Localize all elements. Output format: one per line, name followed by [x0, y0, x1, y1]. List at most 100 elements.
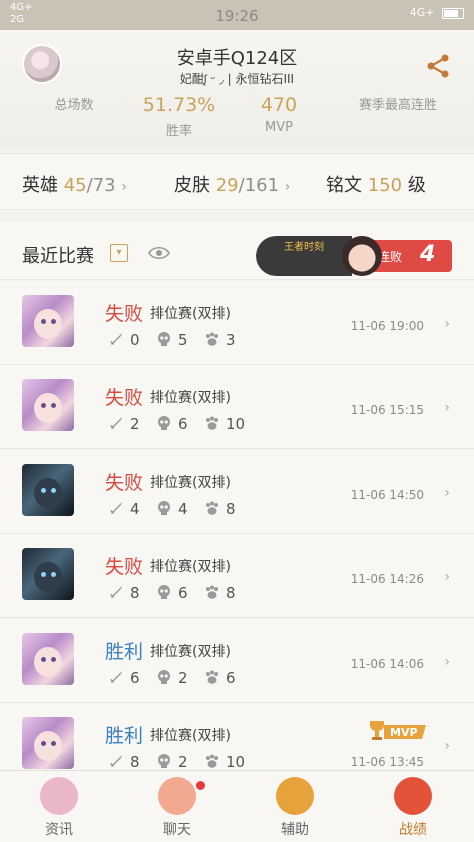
deaths-value: 2 — [178, 753, 188, 771]
skins-label: 皮肤 — [174, 175, 210, 196]
match-row[interactable]: 质量局 胜利排位赛(双排) 6 2 6 11-06 14:06 › — [0, 619, 474, 703]
hero-avatar — [22, 379, 74, 431]
match-mode: 排位赛(双排) — [150, 559, 231, 575]
hero-avatar: 质量局 — [22, 633, 74, 685]
heroes-count[interactable]: 英雄 45/73 › — [22, 171, 127, 197]
stat-streak-label: 赛季最高连胜 — [358, 98, 437, 113]
deaths-stat: 6 — [156, 584, 188, 602]
sword-icon — [110, 502, 122, 514]
runes-unit: 级 — [407, 175, 426, 196]
assists-value: 10 — [226, 415, 246, 433]
hero-eye — [41, 741, 46, 746]
hero-avatar: 质量局 — [22, 717, 74, 769]
record-icon — [394, 777, 432, 815]
tab-label: 战绩 — [399, 822, 427, 838]
assists-value: 6 — [226, 669, 236, 687]
battery-icon — [442, 7, 464, 19]
match-row[interactable]: 失败 排位赛(双排) 2 6 10 11-06 15:15 › — [0, 365, 474, 449]
hero-eye — [51, 741, 56, 746]
paw-icon — [206, 754, 218, 768]
kills-value: 6 — [130, 669, 140, 687]
chevron-right-icon: › — [284, 179, 291, 195]
hero-eye — [51, 403, 56, 408]
skull-icon — [158, 670, 170, 684]
chevron-right-icon: › — [444, 738, 450, 754]
sword-icon — [110, 671, 122, 683]
news-icon — [40, 777, 78, 815]
match-mode: 排位赛(双排) — [150, 306, 231, 322]
tab-label: 资讯 — [45, 822, 73, 838]
hero-eye — [41, 488, 46, 493]
hero-eye — [51, 657, 56, 662]
skull-icon — [158, 585, 170, 599]
hero-face — [34, 309, 62, 339]
assists-stat: 10 — [204, 415, 245, 433]
stat-winrate-label: 胜率 — [165, 124, 192, 139]
chevron-right-icon: › — [444, 400, 450, 416]
match-time: 11-06 13:45 — [350, 755, 424, 769]
deaths-value: 4 — [178, 500, 188, 518]
match-time: 11-06 14:50 — [350, 488, 424, 502]
kills-stat: 4 — [108, 500, 140, 518]
chevron-down-icon[interactable]: ▾ — [110, 244, 128, 262]
stat-mvp-value: 470 — [260, 94, 298, 116]
tab-assist[interactable]: 辅助 — [236, 771, 354, 842]
hero-face — [34, 393, 62, 423]
runes-count[interactable]: 铭文 150 级 — [326, 171, 426, 197]
stat-total-label: 总场数 — [54, 98, 94, 113]
heroes-num: 45 — [63, 175, 87, 196]
kills-value: 4 — [130, 500, 140, 518]
hero-avatar — [22, 464, 74, 516]
kills-stat: 6 — [108, 669, 140, 687]
tab-chat[interactable]: 聊天 — [118, 771, 236, 842]
player-subtitle: 妃酣ᶘ ᵕ ◞ | 永恒钻石III — [179, 72, 295, 86]
assists-stat: 3 — [204, 331, 236, 349]
status-bar: 4G+ 2G 19:26 4G+ — [0, 0, 474, 30]
deaths-stat: 4 — [156, 500, 188, 518]
deaths-value: 2 — [178, 669, 188, 687]
assists-stat: 8 — [204, 584, 236, 602]
tab-record[interactable]: 战绩 — [354, 771, 472, 842]
skins-count[interactable]: 皮肤 29/161 › — [174, 171, 290, 197]
banner-brand: 王者时刻 — [284, 242, 324, 253]
assists-value: 8 — [226, 584, 236, 602]
skull-icon — [158, 416, 170, 430]
match-result: 胜利 — [105, 641, 144, 663]
skull-icon — [158, 754, 170, 768]
assists-value: 10 — [226, 753, 246, 771]
sword-icon — [110, 755, 122, 767]
player-name: 安卓手Q124区 — [176, 48, 298, 69]
mvp-badge-icon: MVP — [370, 721, 426, 740]
hero-eye — [51, 572, 56, 577]
chevron-right-icon: › — [444, 485, 450, 501]
assists-stat: 8 — [204, 500, 236, 518]
hero-eye — [41, 403, 46, 408]
hero-avatar — [22, 295, 74, 347]
hero-eye — [51, 488, 56, 493]
highlight-banner[interactable]: 王者时刻 连败 4 — [256, 236, 452, 276]
match-row[interactable]: 失败 排位赛(双排) 4 4 8 11-06 14:50 › — [0, 450, 474, 534]
share-icon[interactable] — [424, 52, 452, 80]
mvp-label: MVP — [390, 726, 418, 739]
stats-row: 总场数 51.73% 胜率 470 MVP 赛季最高连胜 — [0, 92, 474, 142]
tab-news[interactable]: 资讯 — [0, 771, 118, 842]
match-time: 11-06 14:26 — [350, 572, 424, 586]
paw-icon — [206, 585, 218, 599]
hero-eye — [51, 319, 56, 324]
eye-icon[interactable] — [148, 244, 170, 262]
chevron-right-icon: › — [444, 316, 450, 332]
match-time: 11-06 14:06 — [350, 657, 424, 671]
bottom-tab-bar: 资讯 聊天 辅助 战绩 — [0, 770, 474, 842]
match-row[interactable]: 失败 排位赛(双排) 0 5 3 11-06 19:00 › — [0, 281, 474, 365]
deaths-value: 6 — [178, 415, 188, 433]
kills-stat: 8 — [108, 753, 140, 771]
kills-value: 8 — [130, 753, 140, 771]
match-row[interactable]: 尽力局 失败排位赛(双排) 8 6 8 11-06 14:26 › — [0, 534, 474, 618]
sword-icon — [110, 586, 122, 598]
hero-avatar: 尽力局 — [22, 548, 74, 600]
paw-icon — [206, 670, 218, 684]
match-result: 失败 — [105, 556, 144, 578]
stat-winrate-value: 51.73% — [142, 94, 216, 116]
signal-right: 4G+ — [409, 6, 435, 19]
collection-counts: 英雄 45/73 › 皮肤 29/161 › 铭文 150 级 — [0, 153, 474, 210]
